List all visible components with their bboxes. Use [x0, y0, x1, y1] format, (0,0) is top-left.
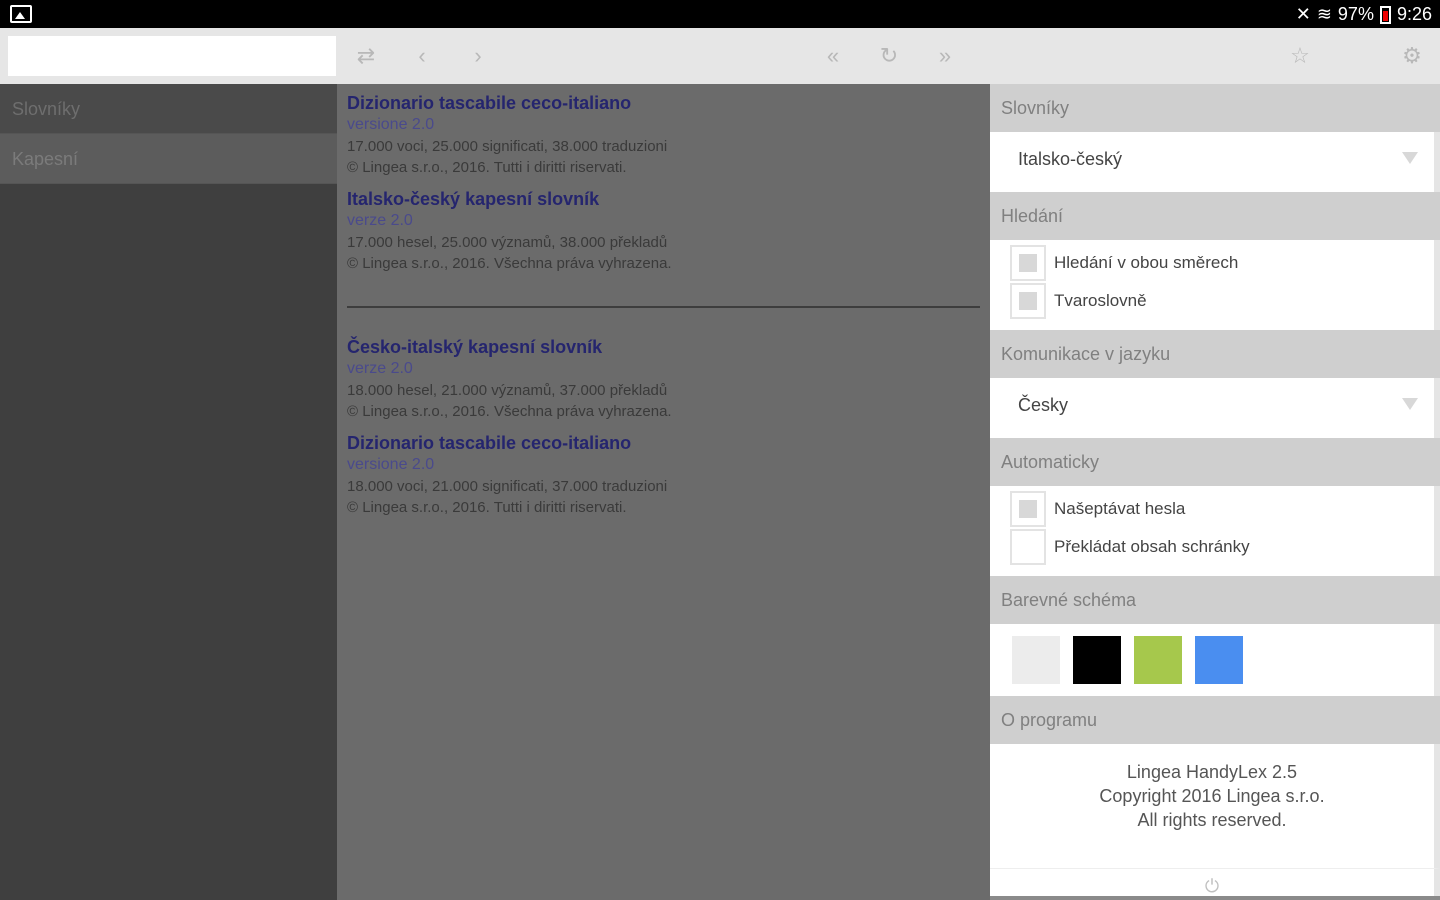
color-swatches	[990, 624, 1440, 696]
section-header-about: O programu	[990, 696, 1440, 744]
dictionary-copyright: © Lingea s.r.o., 2016. Všechna práva vyh…	[347, 255, 672, 272]
settings-panel: Slovníky Italsko-český Hledání Hledání v…	[990, 84, 1440, 900]
first-icon[interactable]: «	[817, 40, 849, 72]
color-swatch-black[interactable]	[1073, 636, 1121, 684]
about-line-app: Lingea HandyLex 2.5	[1126, 762, 1298, 782]
section-header-language: Komunikace v jazyku	[990, 330, 1440, 378]
forward-icon[interactable]: ›	[462, 40, 494, 72]
refresh-icon[interactable]: ↻	[873, 40, 905, 72]
checkbox-row-morphology[interactable]: Tvaroslovně	[990, 282, 1434, 320]
section-header-automatic: Automaticky	[990, 438, 1440, 486]
checkbox-label: Hledání v obou směrech	[1054, 253, 1239, 272]
dictionary-title: Česko-italský kapesní slovník	[347, 337, 603, 357]
color-swatch-green[interactable]	[1134, 636, 1182, 684]
power-icon[interactable]: ⏻	[990, 868, 1440, 896]
checkbox-morphology[interactable]	[1010, 283, 1046, 319]
last-icon[interactable]: »	[929, 40, 961, 72]
dictionary-version: versione 2.0	[347, 116, 435, 133]
swap-direction-icon[interactable]: ⇄	[350, 40, 382, 72]
dictionary-title: Italsko-český kapesní slovník	[347, 189, 600, 209]
checkbox-label: Našeptávat hesla	[1054, 499, 1186, 518]
dictionary-select[interactable]: Italsko-český	[990, 132, 1434, 192]
about-text: Lingea HandyLex 2.5 Copyright 2016 Linge…	[990, 744, 1440, 868]
checkbox-both-directions[interactable]	[1010, 245, 1046, 281]
checkbox-label: Tvaroslovně	[1054, 291, 1147, 310]
checkbox-suggest[interactable]	[1010, 491, 1046, 527]
mute-icon: ✕	[1295, 4, 1311, 24]
dictionary-copyright: © Lingea s.r.o., 2016. Tutti i diritti r…	[347, 159, 627, 176]
dictionary-stats: 18.000 voci, 21.000 significati, 37.000 …	[347, 478, 668, 495]
dictionary-list: Dizionario tascabile ceco-italiano versi…	[337, 84, 990, 900]
about-line-rights: All rights reserved.	[1137, 810, 1287, 830]
color-swatch-light[interactable]	[1012, 636, 1060, 684]
dictionary-version: verze 2.0	[347, 212, 413, 229]
back-icon[interactable]: ‹	[406, 40, 438, 72]
checkbox-row-clipboard[interactable]: Překládat obsah schránky	[990, 528, 1434, 566]
list-item[interactable]: Dizionario tascabile ceco-italiano versi…	[347, 432, 980, 518]
gallery-icon	[10, 5, 32, 23]
color-swatch-blue[interactable]	[1195, 636, 1243, 684]
battery-icon	[1379, 5, 1391, 24]
section-header-color-scheme: Barevné schéma	[990, 576, 1440, 624]
dictionary-stats: 17.000 voci, 25.000 significati, 38.000 …	[347, 138, 668, 155]
checkbox-label: Překládat obsah schránky	[1054, 537, 1250, 556]
checkbox-row-both-directions[interactable]: Hledání v obou směrech	[990, 244, 1434, 282]
dictionary-copyright: © Lingea s.r.o., 2016. Tutti i diritti r…	[347, 499, 627, 516]
dropdown-arrow-icon	[1402, 152, 1418, 164]
search-input[interactable]	[8, 36, 336, 76]
wifi-icon: ≋	[1316, 4, 1332, 24]
checkbox-row-suggest[interactable]: Našeptávat hesla	[990, 490, 1434, 528]
dictionary-version: versione 2.0	[347, 456, 435, 473]
list-item[interactable]: Česko-italský kapesní slovník verze 2.0 …	[347, 336, 980, 422]
status-bar: ✕ ≋ 97% 9:26	[0, 0, 1440, 28]
dictionary-title: Dizionario tascabile ceco-italiano	[347, 433, 632, 453]
star-icon[interactable]: ☆	[1284, 40, 1316, 72]
toolbar: ⇄ ‹ › « ↻ » ☆ ⚙	[0, 28, 1440, 84]
list-divider	[347, 306, 980, 308]
gear-icon[interactable]: ⚙	[1396, 40, 1428, 72]
battery-percent: 97%	[1337, 4, 1374, 24]
clock: 9:26	[1396, 4, 1432, 24]
checkbox-clipboard[interactable]	[1010, 529, 1046, 565]
dictionary-stats: 17.000 hesel, 25.000 významů, 38.000 pře…	[347, 234, 668, 251]
sidebar-item-pocket[interactable]: Kapesní	[0, 134, 337, 184]
list-item[interactable]: Italsko-český kapesní slovník verze 2.0 …	[347, 188, 980, 274]
language-select-value: Česky	[1018, 395, 1069, 415]
list-item[interactable]: Dizionario tascabile ceco-italiano versi…	[347, 92, 980, 178]
section-header-dictionaries: Slovníky	[990, 84, 1440, 132]
dictionary-title: Dizionario tascabile ceco-italiano	[347, 93, 632, 113]
status-bar-right: ✕ ≋ 97% 9:26	[1296, 4, 1432, 25]
section-header-search: Hledání	[990, 192, 1440, 240]
dictionary-copyright: © Lingea s.r.o., 2016. Všechna práva vyh…	[347, 403, 672, 420]
dropdown-arrow-icon	[1402, 398, 1418, 410]
dictionary-stats: 18.000 hesel, 21.000 významů, 37.000 pře…	[347, 382, 668, 399]
dictionary-select-value: Italsko-český	[1018, 149, 1123, 169]
language-select[interactable]: Česky	[990, 378, 1434, 438]
sidebar-item-dictionaries[interactable]: Slovníky	[0, 84, 337, 134]
sidebar: Slovníky Kapesní	[0, 84, 337, 900]
dictionary-version: verze 2.0	[347, 360, 413, 377]
about-line-copyright: Copyright 2016 Lingea s.r.o.	[1099, 786, 1325, 806]
